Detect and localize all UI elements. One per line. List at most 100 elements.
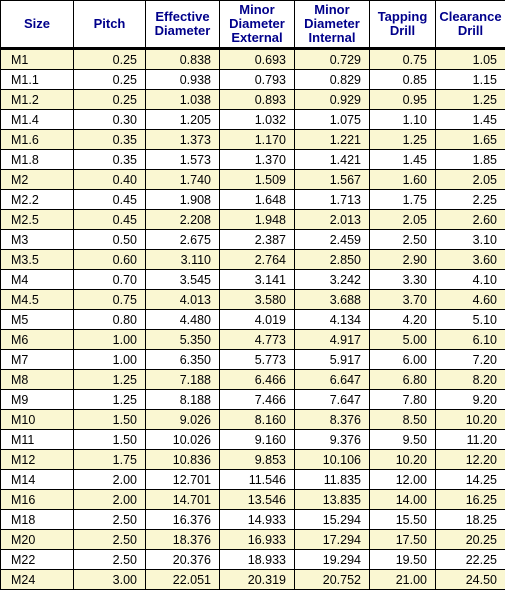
cell-minor_ext: 2.387 <box>220 230 295 250</box>
cell-minor_int: 8.376 <box>295 410 370 430</box>
cell-minor_ext: 13.546 <box>220 490 295 510</box>
cell-tapping: 21.00 <box>370 570 436 590</box>
cell-clearance: 3.60 <box>436 250 505 270</box>
cell-tapping: 19.50 <box>370 550 436 570</box>
column-header-clearance-drill: Clearance Drill <box>436 1 505 49</box>
table-row: M91.258.1887.4667.6477.809.20 <box>1 390 505 410</box>
cell-tapping: 2.90 <box>370 250 436 270</box>
cell-minor_int: 2.850 <box>295 250 370 270</box>
cell-minor_int: 13.835 <box>295 490 370 510</box>
cell-minor_int: 6.647 <box>295 370 370 390</box>
cell-effective: 8.188 <box>146 390 220 410</box>
cell-effective: 14.701 <box>146 490 220 510</box>
cell-pitch: 1.25 <box>74 370 146 390</box>
cell-clearance: 1.45 <box>436 110 505 130</box>
cell-effective: 1.573 <box>146 150 220 170</box>
cell-pitch: 0.25 <box>74 70 146 90</box>
cell-pitch: 1.75 <box>74 450 146 470</box>
cell-effective: 3.545 <box>146 270 220 290</box>
cell-clearance: 2.25 <box>436 190 505 210</box>
cell-clearance: 11.20 <box>436 430 505 450</box>
column-header-effective-diameter: Effective Diameter <box>146 1 220 49</box>
cell-minor_ext: 1.032 <box>220 110 295 130</box>
cell-minor_int: 1.567 <box>295 170 370 190</box>
cell-effective: 3.110 <box>146 250 220 270</box>
cell-effective: 0.938 <box>146 70 220 90</box>
cell-minor_int: 2.459 <box>295 230 370 250</box>
cell-clearance: 1.65 <box>436 130 505 150</box>
table-row: M2.50.452.2081.9482.0132.052.60 <box>1 210 505 230</box>
cell-effective: 1.038 <box>146 90 220 110</box>
cell-effective: 2.675 <box>146 230 220 250</box>
cell-minor_int: 9.376 <box>295 430 370 450</box>
cell-effective: 0.838 <box>146 49 220 70</box>
cell-clearance: 20.25 <box>436 530 505 550</box>
cell-clearance: 4.60 <box>436 290 505 310</box>
cell-size: M5 <box>1 310 74 330</box>
cell-effective: 10.836 <box>146 450 220 470</box>
cell-size: M22 <box>1 550 74 570</box>
cell-tapping: 6.80 <box>370 370 436 390</box>
cell-tapping: 1.10 <box>370 110 436 130</box>
cell-tapping: 15.50 <box>370 510 436 530</box>
header-row: Size Pitch Effective Diameter Minor Diam… <box>1 1 505 49</box>
cell-effective: 4.013 <box>146 290 220 310</box>
cell-pitch: 0.45 <box>74 210 146 230</box>
cell-tapping: 17.50 <box>370 530 436 550</box>
cell-pitch: 0.80 <box>74 310 146 330</box>
cell-clearance: 24.50 <box>436 570 505 590</box>
column-header-minor-diameter-external: Minor Diameter External <box>220 1 295 49</box>
cell-size: M1.4 <box>1 110 74 130</box>
cell-clearance: 16.25 <box>436 490 505 510</box>
cell-clearance: 14.25 <box>436 470 505 490</box>
table-row: M40.703.5453.1413.2423.304.10 <box>1 270 505 290</box>
cell-minor_int: 1.221 <box>295 130 370 150</box>
cell-tapping: 12.00 <box>370 470 436 490</box>
cell-size: M14 <box>1 470 74 490</box>
table-row: M1.80.351.5731.3701.4211.451.85 <box>1 150 505 170</box>
cell-clearance: 12.20 <box>436 450 505 470</box>
cell-tapping: 1.25 <box>370 130 436 150</box>
table-row: M243.0022.05120.31920.75221.0024.50 <box>1 570 505 590</box>
cell-pitch: 0.35 <box>74 150 146 170</box>
cell-clearance: 7.20 <box>436 350 505 370</box>
cell-pitch: 0.25 <box>74 49 146 70</box>
cell-pitch: 2.50 <box>74 530 146 550</box>
cell-effective: 2.208 <box>146 210 220 230</box>
cell-effective: 10.026 <box>146 430 220 450</box>
cell-size: M1.2 <box>1 90 74 110</box>
cell-clearance: 2.60 <box>436 210 505 230</box>
cell-minor_ext: 8.160 <box>220 410 295 430</box>
cell-tapping: 3.70 <box>370 290 436 310</box>
cell-tapping: 3.30 <box>370 270 436 290</box>
table-row: M10.250.8380.6930.7290.751.05 <box>1 49 505 70</box>
cell-minor_ext: 20.319 <box>220 570 295 590</box>
cell-pitch: 3.00 <box>74 570 146 590</box>
cell-pitch: 1.25 <box>74 390 146 410</box>
table-row: M81.257.1886.4666.6476.808.20 <box>1 370 505 390</box>
cell-minor_ext: 18.933 <box>220 550 295 570</box>
cell-size: M2.5 <box>1 210 74 230</box>
table-row: M2.20.451.9081.6481.7131.752.25 <box>1 190 505 210</box>
cell-minor_ext: 0.893 <box>220 90 295 110</box>
column-header-pitch: Pitch <box>74 1 146 49</box>
cell-tapping: 1.45 <box>370 150 436 170</box>
cell-clearance: 3.10 <box>436 230 505 250</box>
cell-pitch: 1.50 <box>74 410 146 430</box>
table-row: M222.5020.37618.93319.29419.5022.25 <box>1 550 505 570</box>
cell-minor_int: 1.421 <box>295 150 370 170</box>
table-row: M121.7510.8369.85310.10610.2012.20 <box>1 450 505 470</box>
cell-clearance: 1.05 <box>436 49 505 70</box>
cell-pitch: 0.45 <box>74 190 146 210</box>
cell-minor_ext: 9.853 <box>220 450 295 470</box>
cell-size: M20 <box>1 530 74 550</box>
cell-pitch: 2.50 <box>74 510 146 530</box>
cell-size: M2.2 <box>1 190 74 210</box>
cell-clearance: 22.25 <box>436 550 505 570</box>
cell-effective: 6.350 <box>146 350 220 370</box>
cell-effective: 4.480 <box>146 310 220 330</box>
cell-minor_int: 1.713 <box>295 190 370 210</box>
cell-clearance: 18.25 <box>436 510 505 530</box>
cell-minor_ext: 4.773 <box>220 330 295 350</box>
cell-minor_int: 2.013 <box>295 210 370 230</box>
